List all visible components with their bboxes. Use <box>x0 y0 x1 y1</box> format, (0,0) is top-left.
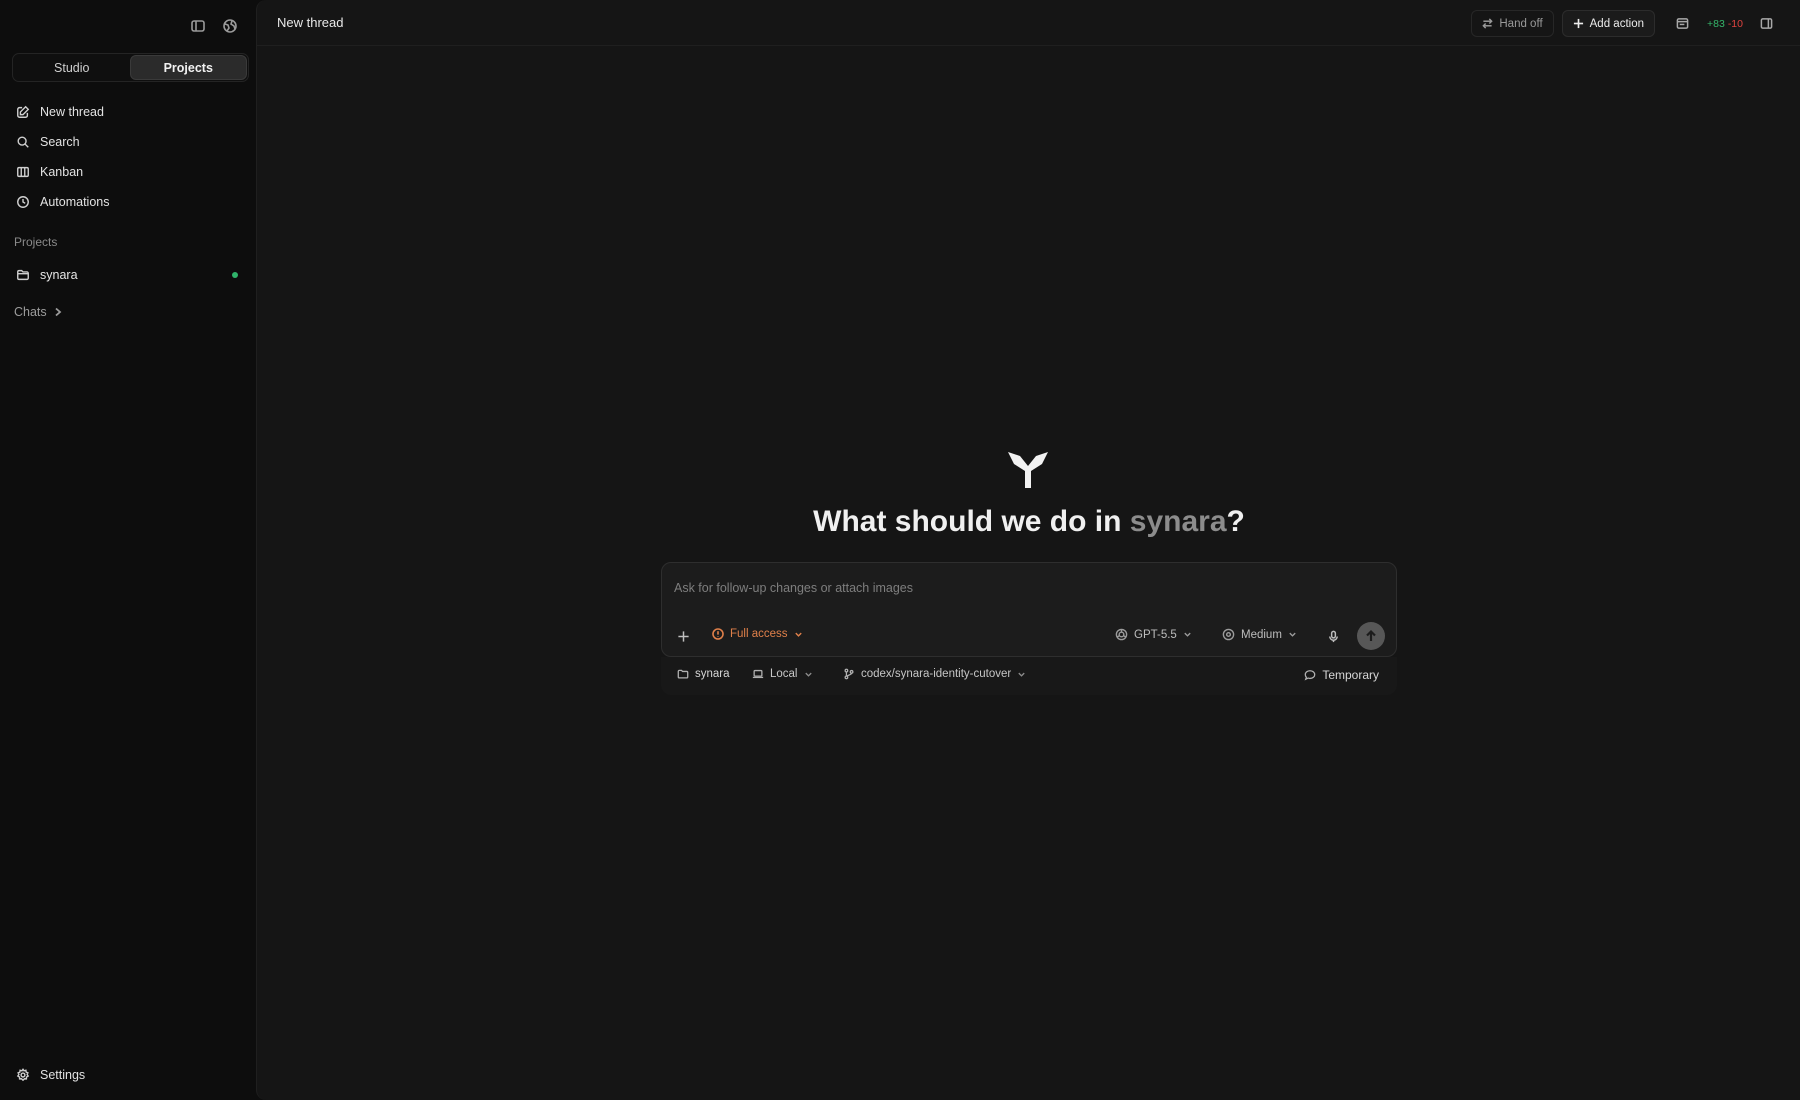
settings-button[interactable]: Settings <box>16 1068 85 1082</box>
environment-label: Local <box>770 668 798 680</box>
page-title: New thread <box>277 15 344 30</box>
sidebar-item-kanban[interactable]: Kanban <box>8 157 248 187</box>
topbar-actions: Hand off Add action +83 -10 <box>1471 10 1777 37</box>
model-dropdown[interactable]: GPT-5.5 <box>1115 628 1192 641</box>
laptop-icon <box>752 669 764 679</box>
chevron-down-icon <box>1184 632 1191 637</box>
kanban-icon <box>17 166 29 178</box>
composer: Full access GPT-5.5 Medium <box>661 562 1397 657</box>
toggle-right-panel-icon[interactable] <box>1755 13 1777 35</box>
diff-removed: -10 <box>1727 17 1743 30</box>
sidebar-item-search[interactable]: Search <box>8 127 248 157</box>
terminal-panel-icon[interactable] <box>1671 13 1693 35</box>
chevron-down-icon <box>1018 672 1025 677</box>
hero-project: synara <box>1129 505 1227 538</box>
plus-icon <box>1573 18 1583 29</box>
access-label: Full access <box>730 628 788 640</box>
toggle-sidebar-icon[interactable] <box>188 16 208 36</box>
chevron-down-icon <box>804 672 812 677</box>
sidebar-item-label: Search <box>40 135 80 149</box>
topbar: New thread Hand off Add action +83 -10 <box>257 0 1800 46</box>
chats-section-toggle[interactable]: Chats <box>14 305 63 319</box>
openai-icon <box>1115 628 1128 641</box>
effort-label: Medium <box>1241 628 1282 641</box>
folder-icon <box>677 669 689 679</box>
context-project-label: synara <box>695 668 730 680</box>
sidebar-nav: New thread Search Kanban Automations <box>8 97 248 217</box>
gear-icon <box>16 1068 30 1082</box>
microphone-icon <box>1328 630 1338 642</box>
context-bar: synara Local codex/synara-identity-cutov… <box>661 657 1397 695</box>
git-branch-icon <box>844 668 854 680</box>
chevron-down-icon <box>1289 632 1296 637</box>
temporary-chat-toggle[interactable]: Temporary <box>1304 668 1379 682</box>
sidebar-toolbar <box>188 16 240 36</box>
hero-heading: What should we do in synara? <box>257 505 1800 539</box>
attach-button[interactable] <box>674 627 692 645</box>
tab-projects[interactable]: Projects <box>129 55 247 80</box>
plus-icon <box>677 630 689 642</box>
send-button[interactable] <box>1357 622 1385 650</box>
chevron-down-icon <box>794 632 802 637</box>
chevron-right-icon <box>55 307 62 317</box>
app-logo-icon <box>1006 448 1050 492</box>
project-status-dot <box>232 272 238 278</box>
hero-suffix: ? <box>1226 505 1245 538</box>
add-action-button[interactable]: Add action <box>1561 10 1655 37</box>
projects-section-label: Projects <box>14 235 58 249</box>
brain-icon <box>1222 628 1235 641</box>
sidebar-item-automations[interactable]: Automations <box>8 187 248 217</box>
reasoning-effort-dropdown[interactable]: Medium <box>1222 628 1297 641</box>
model-label: GPT-5.5 <box>1134 628 1177 641</box>
settings-label: Settings <box>40 1068 86 1082</box>
sidebar-item-label: New thread <box>40 105 104 119</box>
edit-icon <box>17 105 30 118</box>
temporary-label: Temporary <box>1322 668 1379 682</box>
access-level-dropdown[interactable]: Full access <box>712 628 803 640</box>
tab-studio[interactable]: Studio <box>14 55 130 80</box>
microphone-button[interactable] <box>1324 627 1342 645</box>
folder-icon <box>17 269 29 281</box>
sidebar-item-new-thread[interactable]: New thread <box>8 97 248 127</box>
context-project-selector[interactable]: synara <box>677 668 730 680</box>
prompt-input[interactable] <box>674 577 1374 599</box>
clock-icon <box>17 196 29 208</box>
chat-bubble-icon <box>1304 670 1316 681</box>
sidebar: Studio Projects New thread Search Kanban… <box>0 0 256 1100</box>
arrow-up-icon <box>1366 629 1376 641</box>
diff-stats[interactable]: +83 -10 <box>1707 18 1743 30</box>
workspace-switcher: Studio Projects <box>12 53 249 82</box>
branch-label: codex/synara-identity-cutover <box>861 668 1012 680</box>
sidebar-item-label: Automations <box>40 195 110 209</box>
branch-dropdown[interactable]: codex/synara-identity-cutover <box>843 668 1026 680</box>
swap-icon <box>1482 18 1494 29</box>
app-window: Studio Projects New thread Search Kanban… <box>0 0 1800 1100</box>
hand-off-button[interactable]: Hand off <box>1471 10 1554 37</box>
project-name: synara <box>40 268 78 282</box>
hand-off-label: Hand off <box>1499 17 1543 30</box>
sidebar-item-project[interactable]: synara <box>8 260 248 290</box>
search-icon <box>17 136 29 148</box>
warning-icon <box>712 628 724 640</box>
globe-icon[interactable] <box>220 16 240 36</box>
environment-dropdown[interactable]: Local <box>752 668 813 680</box>
add-action-label: Add action <box>1589 17 1644 30</box>
composer-toolbar: Full access GPT-5.5 Medium <box>662 622 1396 650</box>
main-panel: New thread Hand off Add action +83 -10 W… <box>256 0 1800 1100</box>
hero-prefix: What should we do in <box>813 505 1130 538</box>
sidebar-item-label: Kanban <box>40 165 84 179</box>
diff-added: +83 <box>1707 17 1725 30</box>
chats-label: Chats <box>14 305 47 319</box>
